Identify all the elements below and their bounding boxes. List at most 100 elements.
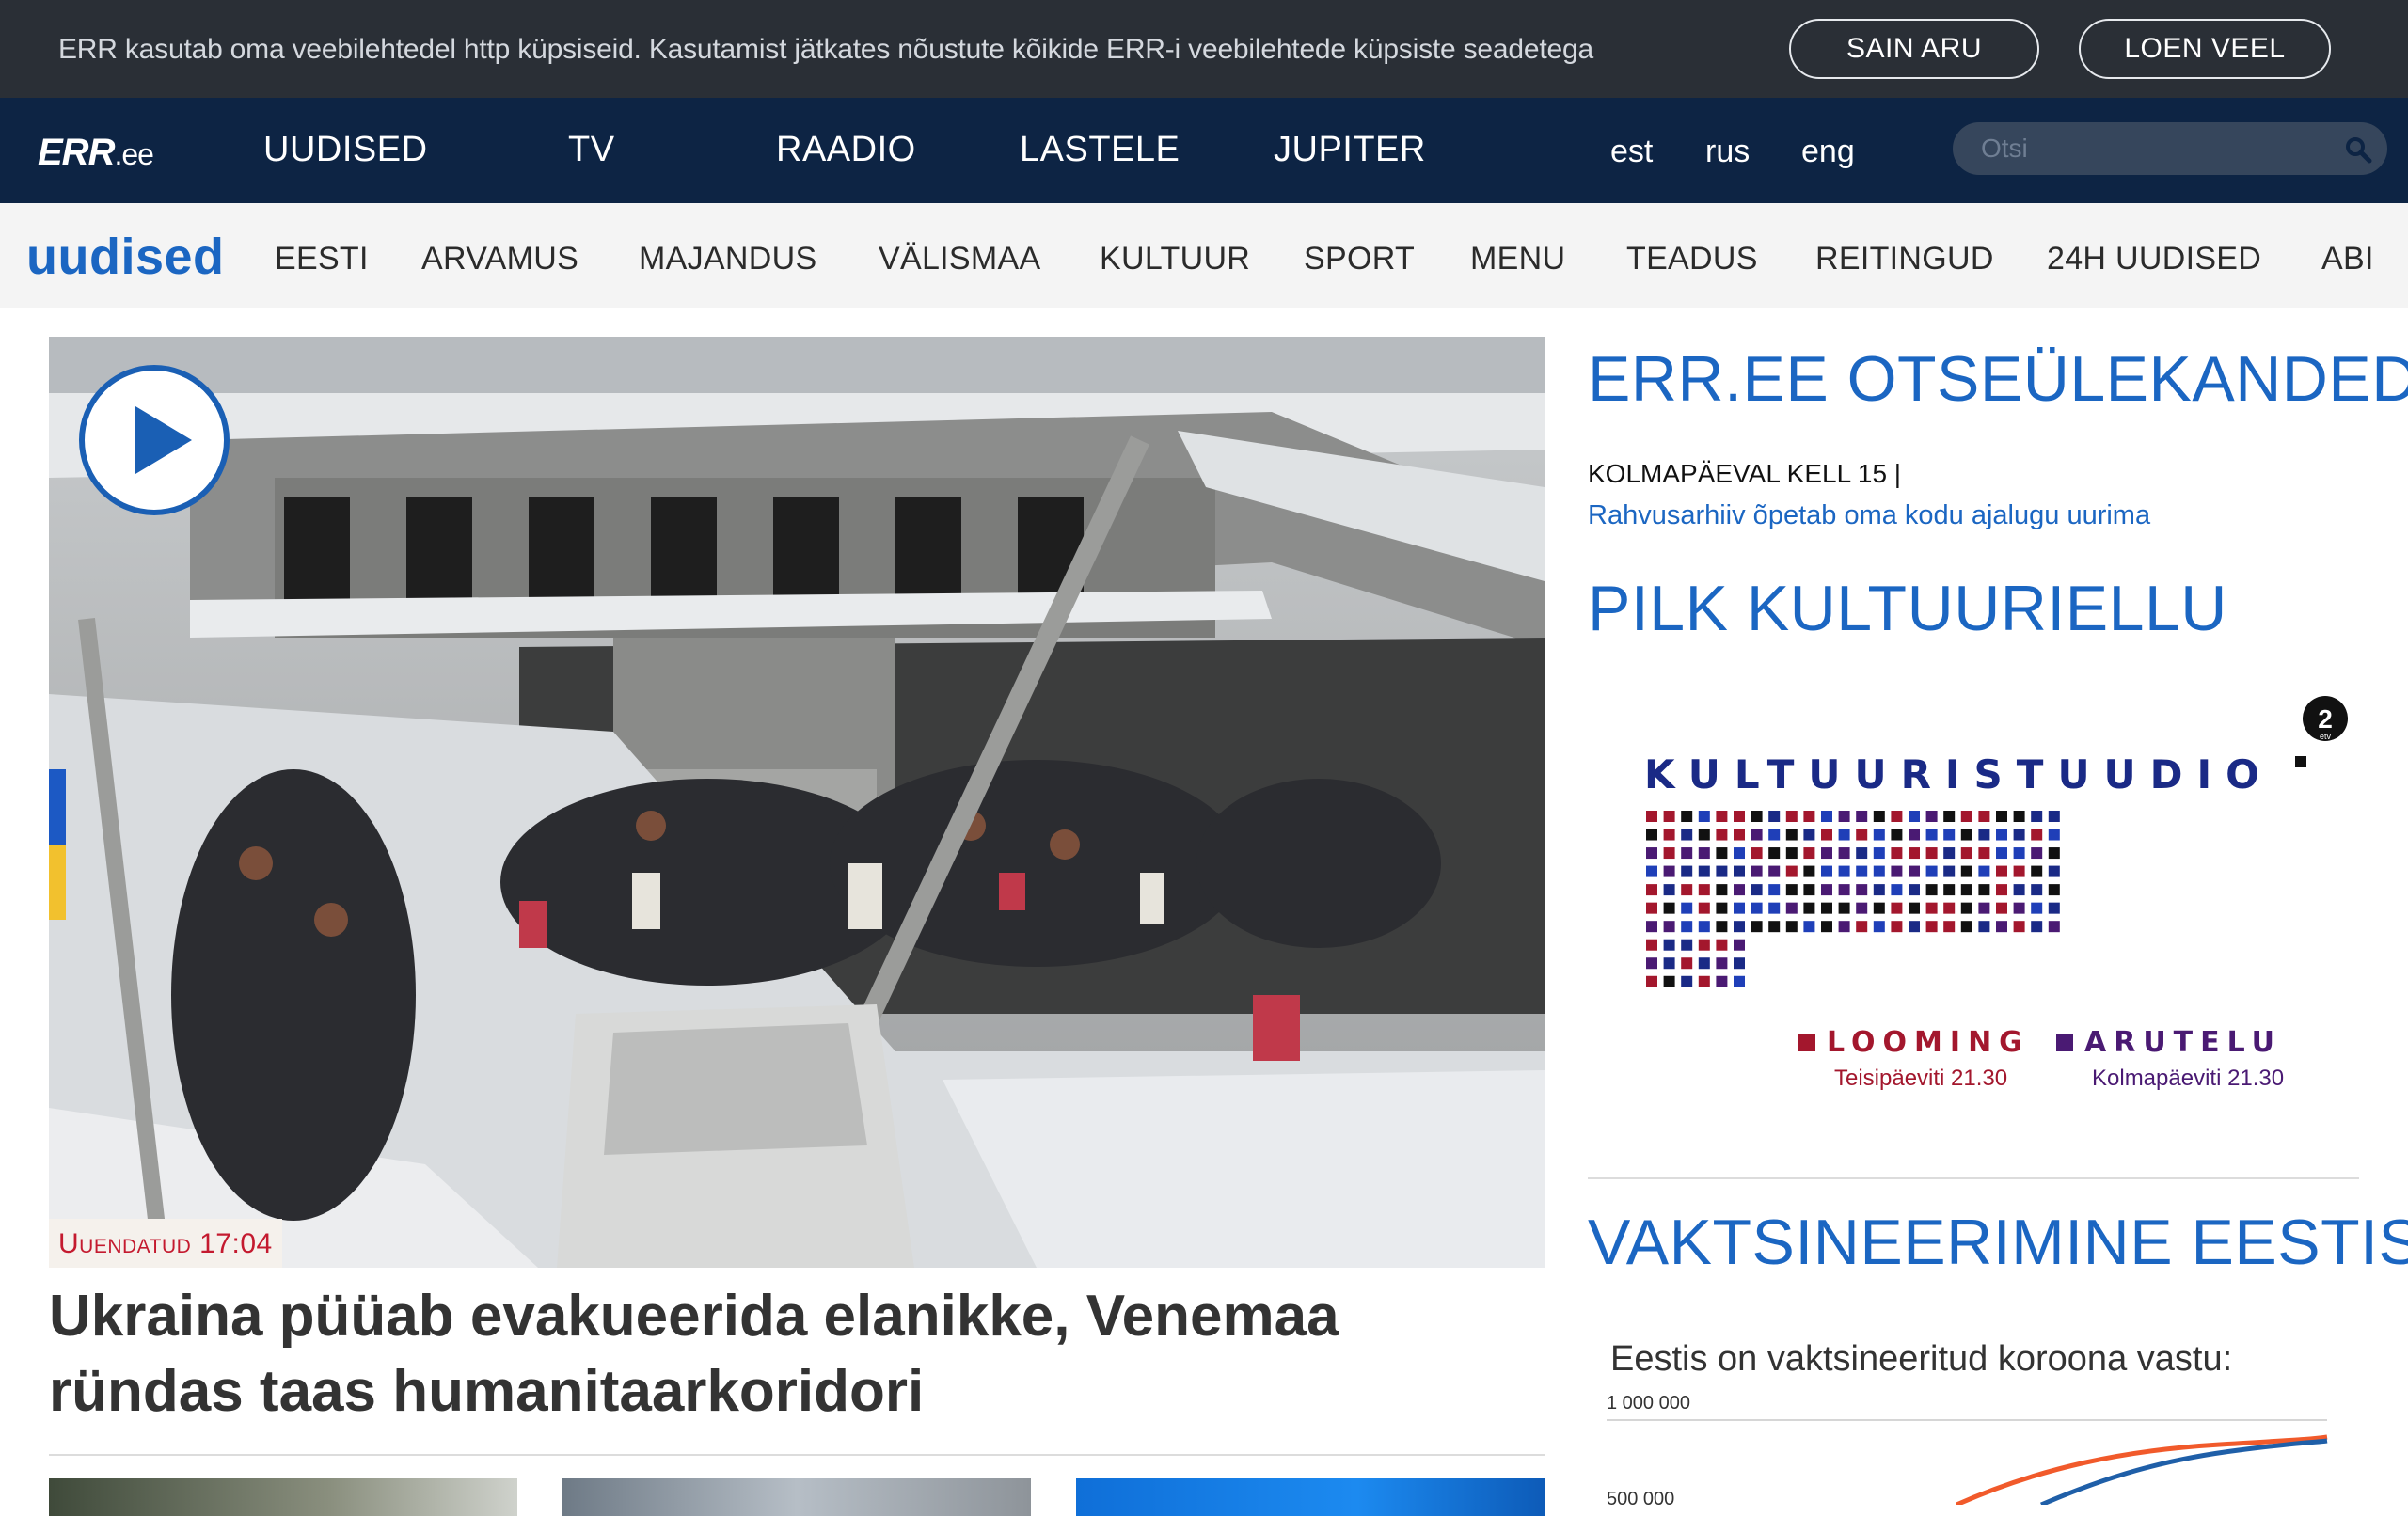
promo-grid-square bbox=[2031, 902, 2043, 914]
promo-grid-square bbox=[1996, 829, 2007, 841]
promo-grid-square bbox=[1803, 829, 1815, 841]
promo-grid-square bbox=[1681, 957, 1693, 970]
section-item-reitingud[interactable]: REITINGUD bbox=[1815, 241, 1994, 277]
promo-grid-square bbox=[1821, 921, 1832, 933]
section-item-abi[interactable]: ABI bbox=[2321, 241, 2374, 277]
promo-grid-square bbox=[1734, 884, 1745, 896]
search-input[interactable] bbox=[1981, 132, 2338, 166]
cookie-accept-button[interactable]: SAIN ARU bbox=[1789, 19, 2039, 79]
promo-grid-square bbox=[1681, 865, 1693, 877]
promo-grid-square bbox=[1891, 865, 1903, 877]
language-rus[interactable]: rus bbox=[1705, 134, 1750, 170]
promo-grid-square bbox=[1646, 921, 1657, 933]
promo-grid-square bbox=[1768, 921, 1781, 933]
promo-grid-square bbox=[1909, 865, 1920, 877]
promo-grid-square bbox=[1785, 902, 1798, 914]
promo-grid-square bbox=[1768, 865, 1781, 877]
promo-grid-square bbox=[2048, 921, 2060, 933]
topnav-item-tv[interactable]: TV bbox=[568, 130, 615, 170]
topnav-item-lastele[interactable]: LASTELE bbox=[1020, 130, 1180, 170]
promo-grid-square bbox=[1663, 939, 1675, 951]
vaccination-chart: 1 000 000 500 000 bbox=[1607, 1393, 2328, 1505]
promo-grid-square bbox=[1803, 865, 1815, 877]
promo-grid-square bbox=[2031, 865, 2043, 877]
promo-grid-square bbox=[1768, 902, 1781, 914]
promo-grid-square bbox=[1960, 921, 1972, 933]
promo-grid-square bbox=[2295, 756, 2306, 767]
promo-grid-square bbox=[1856, 884, 1868, 896]
promo-grid-square bbox=[2013, 902, 2025, 914]
search-icon[interactable] bbox=[2344, 135, 2372, 164]
promo-grid-square bbox=[2048, 884, 2060, 896]
promo-grid-square bbox=[1663, 957, 1675, 970]
article-thumbnail-2[interactable] bbox=[562, 1478, 1031, 1516]
section-item-teadus[interactable]: TEADUS bbox=[1626, 241, 1758, 277]
promo-grid-square bbox=[1716, 865, 1728, 877]
promo-grid-square bbox=[1856, 829, 1868, 841]
topnav-item-raadio[interactable]: RAADIO bbox=[776, 130, 916, 170]
live-broadcast-link[interactable]: Rahvusarhiiv õpetab oma kodu ajalugu uur… bbox=[1588, 500, 2150, 531]
kultuuristuudio-banner: 2 etv KULTUURISTUUDIO LOOMING Teisipäevi… bbox=[1644, 696, 2348, 1091]
logo-text: ERR bbox=[38, 132, 115, 173]
culture-heading[interactable]: PILK KULTUURIELLU bbox=[1588, 572, 2227, 645]
promo-grid-square bbox=[1891, 847, 1903, 860]
promo-title: KULTUURISTUUDIO bbox=[1644, 751, 2273, 797]
section-item-24h-uudised[interactable]: 24H UUDISED bbox=[2047, 241, 2261, 277]
section-item-valismaa[interactable]: VÄLISMAA bbox=[879, 241, 1040, 277]
promo-grid-square bbox=[1803, 847, 1815, 860]
cookie-read-more-button[interactable]: LOEN VEEL bbox=[2079, 19, 2331, 79]
section-item-sport[interactable]: SPORT bbox=[1304, 241, 1415, 277]
err-logo[interactable]: ERR.ee bbox=[38, 132, 154, 174]
promo-grid-square bbox=[1751, 847, 1763, 860]
live-broadcasts-heading[interactable]: ERR.EE OTSEÜLEKANDED bbox=[1588, 342, 2408, 416]
promo-grid-square bbox=[1978, 884, 1990, 896]
promo-grid-square bbox=[1873, 811, 1885, 822]
main-headline[interactable]: Ukraina püüab evakueerida elanikke, Vene… bbox=[49, 1279, 1516, 1429]
topnav-item-uudised[interactable]: UUDISED bbox=[263, 130, 428, 170]
video-play-button[interactable] bbox=[79, 365, 230, 515]
promo-grid-square bbox=[1734, 847, 1745, 860]
promo-grid-square bbox=[1978, 865, 1990, 877]
promo-grid-square bbox=[1751, 902, 1763, 914]
section-item-kultuur[interactable]: KULTUUR bbox=[1100, 241, 1250, 277]
hero-image[interactable]: Uuendatud 17:04 bbox=[49, 337, 1545, 1268]
promo-grid-square bbox=[1960, 811, 1972, 822]
promo-grid-square bbox=[1996, 865, 2007, 877]
promo-grid-square bbox=[1768, 811, 1781, 822]
promo-grid-square bbox=[2031, 811, 2043, 822]
promo-grid-square bbox=[1663, 975, 1675, 987]
promo-grid-square bbox=[1698, 811, 1710, 822]
promo-grid-square bbox=[1785, 921, 1798, 933]
language-eng[interactable]: eng bbox=[1801, 134, 1855, 170]
promo-grid-square bbox=[1856, 902, 1868, 914]
promo-grid-square bbox=[1838, 902, 1850, 914]
promo-grid-square bbox=[1663, 921, 1675, 933]
promo-grid-square bbox=[2031, 829, 2043, 841]
section-item-majandus[interactable]: MAJANDUS bbox=[639, 241, 816, 277]
vaccination-heading[interactable]: VAKTSINEERIMINE EESTIS bbox=[1588, 1206, 2408, 1279]
promo-grid-square bbox=[2031, 847, 2043, 860]
promo-grid-square bbox=[1838, 829, 1850, 841]
section-item-eesti[interactable]: EESTI bbox=[275, 241, 369, 277]
promo-grid-square bbox=[1716, 884, 1728, 896]
language-est[interactable]: est bbox=[1610, 134, 1653, 170]
promo-grid-square bbox=[2048, 847, 2060, 860]
article-thumbnail-3[interactable] bbox=[1076, 1478, 1545, 1516]
promo-grid-square bbox=[1891, 902, 1903, 914]
topnav-item-jupiter[interactable]: JUPITER bbox=[1274, 130, 1426, 170]
promo-grid-square bbox=[1960, 902, 1972, 914]
section-title-uudised[interactable]: uudised bbox=[26, 228, 225, 286]
article-thumbnail-1[interactable] bbox=[49, 1478, 517, 1516]
promo-grid-square bbox=[1698, 847, 1710, 860]
section-item-menu[interactable]: MENU bbox=[1470, 241, 1565, 277]
section-item-arvamus[interactable]: ARVAMUS bbox=[421, 241, 578, 277]
promo-grid-square bbox=[1716, 829, 1728, 841]
promo-grid-square bbox=[1751, 921, 1763, 933]
promo-grid-square bbox=[1960, 829, 1972, 841]
promo-grid-square bbox=[1785, 811, 1798, 822]
promo-grid-square bbox=[1751, 865, 1763, 877]
kultuuristuudio-promo[interactable]: 2 etv KULTUURISTUUDIO LOOMING Teisipäevi… bbox=[1618, 692, 2352, 1106]
promo-grid-square bbox=[1996, 847, 2007, 860]
promo-grid-square bbox=[1996, 884, 2007, 896]
promo-grid-square bbox=[1925, 884, 1938, 896]
